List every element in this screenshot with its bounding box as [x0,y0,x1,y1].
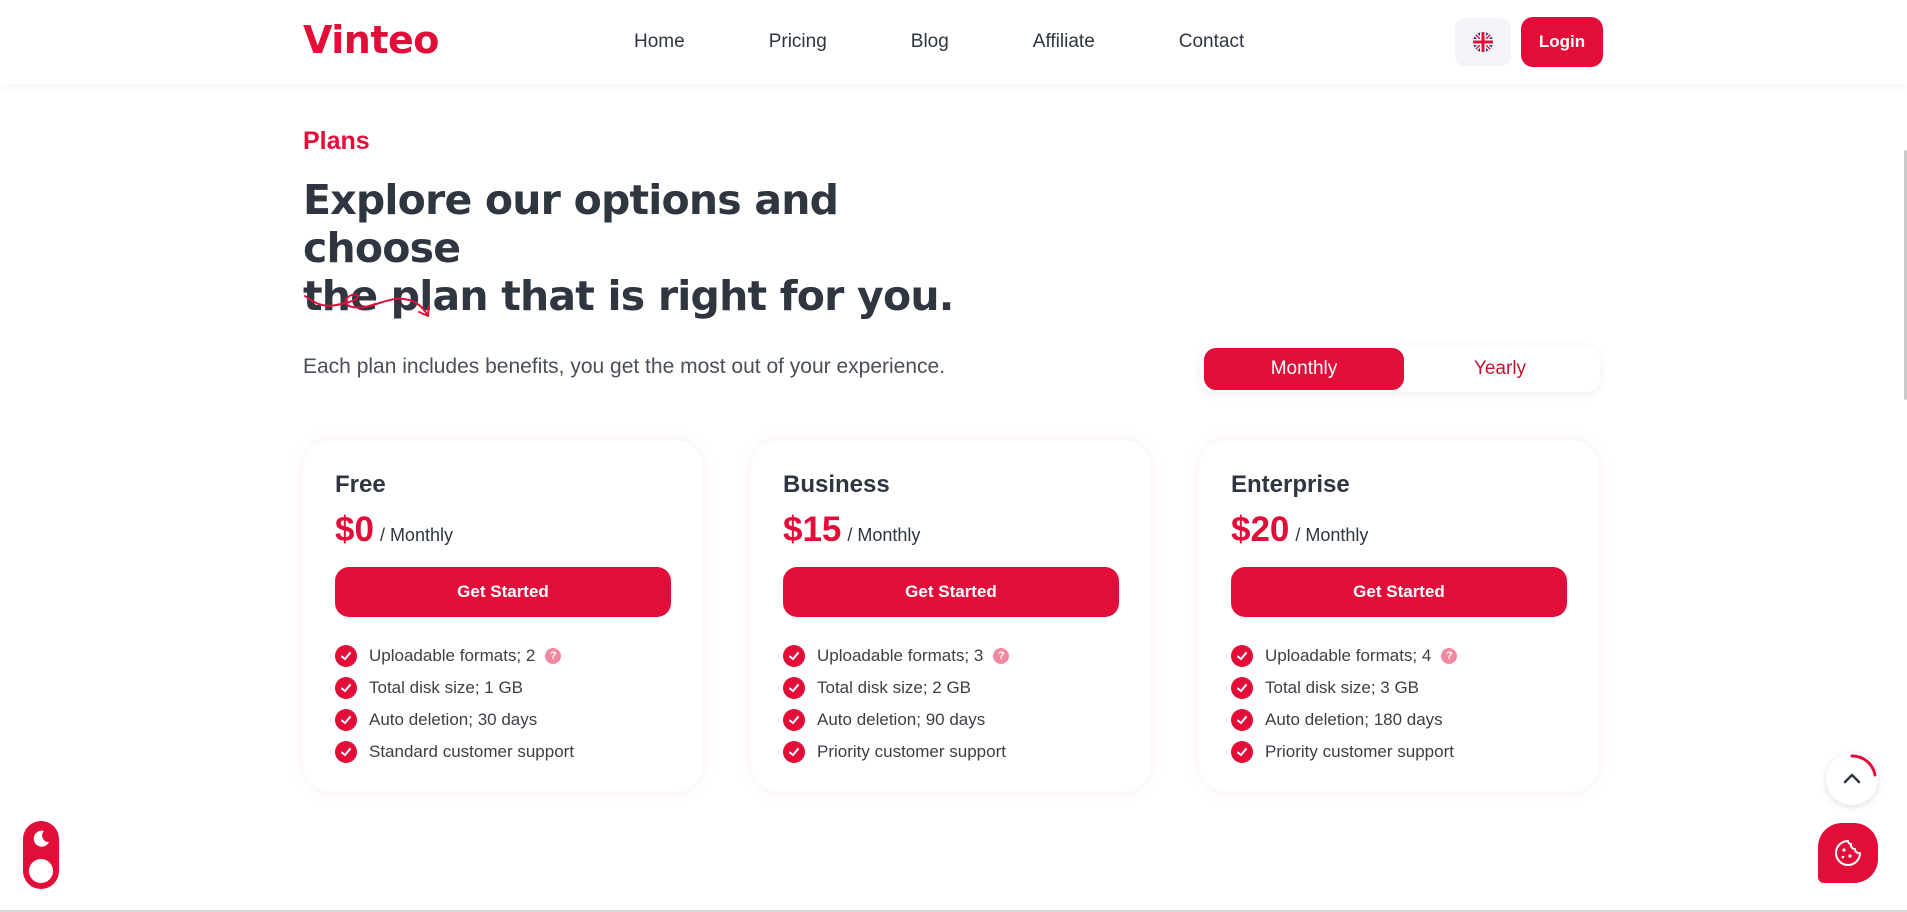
feature-item: Uploadable formats; 3? [783,640,1010,672]
main-nav: Home Pricing Blog Affiliate Contact [634,0,1244,84]
feature-item: Auto deletion; 90 days [783,704,1009,736]
check-icon [783,677,805,699]
help-icon[interactable]: ? [1441,648,1458,664]
plan-price-row: $20 / Monthly [1231,510,1368,550]
check-icon [783,709,805,731]
scroll-to-top-button[interactable] [1826,753,1878,805]
nav-pricing[interactable]: Pricing [769,31,827,53]
feature-text: Total disk size; 3 GB [1265,678,1420,697]
brand-logo[interactable]: Vinteo [303,18,439,62]
check-icon [783,741,805,763]
cookie-icon [1835,840,1861,866]
feature-text: Total disk size; 2 GB [817,678,972,697]
plan-price: $20 [1231,510,1290,549]
check-icon [1231,709,1253,731]
feature-text: Total disk size; 1 GB [369,678,524,697]
check-icon [1231,741,1253,763]
feature-text: Auto deletion; 180 days [1265,710,1443,729]
feature-item: Uploadable formats; 2? [335,640,574,672]
feature-item: Standard customer support [335,736,574,768]
feature-text: Uploadable formats; 2 [369,646,536,665]
feature-item: Auto deletion; 30 days [335,704,574,736]
site-header: Vinteo Home Pricing Blog Affiliate Conta… [0,0,1907,84]
plan-name: Enterprise [1231,471,1350,498]
monthly-option[interactable]: Monthly [1204,348,1404,390]
check-icon [335,741,357,763]
login-button[interactable]: Login [1521,17,1603,67]
feature-item: Priority customer support [1231,736,1457,768]
feature-text: Uploadable formats; 3 [817,646,984,665]
plan-name: Free [335,471,386,498]
plan-card-business: Business $15 / Monthly Get Started Uploa… [751,440,1151,792]
get-started-button[interactable]: Get Started [335,567,671,617]
feature-text: Standard customer support [369,742,575,761]
feature-list: Uploadable formats; 2? Total disk size; … [335,640,574,768]
plan-price: $0 [335,510,374,549]
billing-toggle: Monthly Yearly [1200,346,1600,392]
check-icon [335,645,357,667]
feature-item: Total disk size; 1 GB [335,672,574,704]
section-eyebrow: Plans [303,127,370,155]
help-icon[interactable]: ? [993,648,1010,664]
get-started-button[interactable]: Get Started [783,567,1119,617]
theme-toggle[interactable] [23,821,59,889]
get-started-button[interactable]: Get Started [1231,567,1567,617]
check-icon [335,709,357,731]
plan-name: Business [783,471,890,498]
plan-period: / Monthly [1295,525,1369,545]
plan-period: / Monthly [379,525,453,545]
feature-item: Priority customer support [783,736,1009,768]
plan-period: / Monthly [847,525,921,545]
yearly-option[interactable]: Yearly [1400,348,1600,390]
plan-card-free: Free $0 / Monthly Get Started Uploadable… [303,440,703,792]
headline-line-1: Explore our options and choose [303,176,839,272]
feature-text: Uploadable formats; 4 [1265,646,1432,665]
check-icon [783,645,805,667]
feature-item: Total disk size; 2 GB [783,672,1009,704]
feature-text: Auto deletion; 30 days [369,710,538,729]
nav-home[interactable]: Home [634,31,685,53]
feature-item: Auto deletion; 180 days [1231,704,1457,736]
nav-contact[interactable]: Contact [1179,31,1244,53]
sun-icon [29,859,53,883]
help-icon[interactable]: ? [545,648,562,664]
nav-blog[interactable]: Blog [911,31,949,53]
feature-item: Total disk size; 3 GB [1231,672,1457,704]
uk-flag-icon [1473,32,1493,52]
moon-icon [29,827,53,851]
nav-affiliate[interactable]: Affiliate [1033,31,1095,53]
feature-list: Uploadable formats; 4? Total disk size; … [1231,640,1458,768]
cookie-settings-button[interactable] [1818,823,1878,883]
plan-card-enterprise: Enterprise $20 / Monthly Get Started Upl… [1199,440,1599,792]
plan-price: $15 [783,510,842,549]
section-subtext: Each plan includes benefits, you get the… [303,355,946,378]
check-icon [335,677,357,699]
feature-text: Priority customer support [1265,742,1454,761]
plan-price-row: $0 / Monthly [335,510,453,550]
chevron-up-icon [1843,754,1877,784]
check-icon [1231,677,1253,699]
feature-list: Uploadable formats; 3? Total disk size; … [783,640,1010,768]
decorative-arrow-icon [304,293,430,317]
feature-text: Priority customer support [817,742,1006,761]
plan-price-row: $15 / Monthly [783,510,920,550]
language-button[interactable] [1455,18,1511,66]
feature-text: Auto deletion; 90 days [817,710,986,729]
check-icon [1231,645,1253,667]
feature-item: Uploadable formats; 4? [1231,640,1458,672]
